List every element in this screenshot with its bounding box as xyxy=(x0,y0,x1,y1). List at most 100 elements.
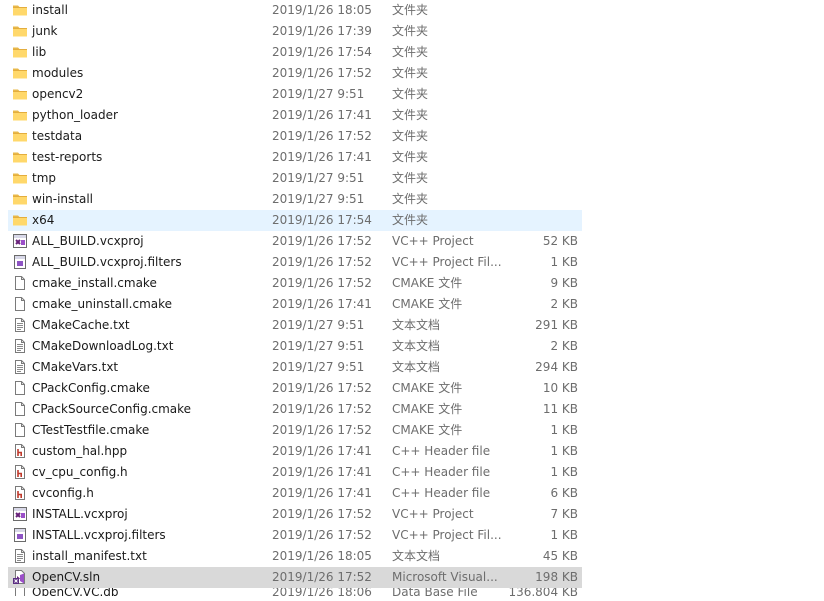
file-row-opencv2[interactable]: opencv2 2019/1/27 9:51 文件夹 xyxy=(8,84,582,105)
file-date-modified: 2019/1/27 9:51 xyxy=(272,192,365,206)
text-file-icon xyxy=(12,548,28,564)
file-row-python-loader[interactable]: python_loader 2019/1/26 17:41 文件夹 xyxy=(8,105,582,126)
file-name: ALL_BUILD.vcxproj.filters xyxy=(32,255,182,269)
file-size: 136,804 KB xyxy=(508,588,578,596)
file-date-modified: 2019/1/26 17:52 xyxy=(272,276,372,290)
file-row-cvconfig-h[interactable]: cvconfig.h 2019/1/26 17:41 C++ Header file… xyxy=(8,483,582,504)
file-name: cv_cpu_config.h xyxy=(32,465,128,479)
file-name: cmake_install.cmake xyxy=(32,276,157,290)
file-row-cmake-uninstall-cmake[interactable]: cmake_uninstall.cmake 2019/1/26 17:41 CMAK… xyxy=(8,294,582,315)
file-size: 7 KB xyxy=(550,507,578,521)
file-name: OpenCV.VC.db xyxy=(32,588,119,596)
file-row-all-build-vcxproj-filters[interactable]: ALL_BUILD.vcxproj.filters 2019/1/26 17:52… xyxy=(8,252,582,273)
blank-file-icon xyxy=(12,401,28,417)
blank-file-icon xyxy=(12,380,28,396)
text-file-icon xyxy=(12,359,28,375)
file-row-cmakevars-txt[interactable]: CMakeVars.txt 2019/1/27 9:51 文本文档 294 KB xyxy=(8,357,582,378)
filters-icon xyxy=(12,254,28,270)
file-name: CPackConfig.cmake xyxy=(32,381,150,395)
file-row-install-manifest-txt[interactable]: install_manifest.txt 2019/1/26 18:05 文本文档 4… xyxy=(8,546,582,567)
file-date-modified: 2019/1/26 17:39 xyxy=(272,24,372,38)
file-date-modified: 2019/1/27 9:51 xyxy=(272,360,365,374)
file-row-test-reports[interactable]: test-reports 2019/1/26 17:41 文件夹 xyxy=(8,147,582,168)
file-name: cmake_uninstall.cmake xyxy=(32,297,173,311)
sln-icon xyxy=(12,569,28,585)
file-type: 文件夹 xyxy=(392,108,429,122)
folder-icon xyxy=(12,86,28,102)
file-type: 文件夹 xyxy=(392,129,429,143)
file-size: 1 KB xyxy=(550,444,578,458)
vcxproj-icon xyxy=(12,233,28,249)
file-row-tmp[interactable]: tmp 2019/1/27 9:51 文件夹 xyxy=(8,168,582,189)
file-row-cmakecache-txt[interactable]: CMakeCache.txt 2019/1/27 9:51 文本文档 291 KB xyxy=(8,315,582,336)
file-type: CMAKE 文件 xyxy=(392,423,463,437)
vcxproj-icon xyxy=(12,506,28,522)
file-name: install_manifest.txt xyxy=(32,549,147,563)
file-date-modified: 2019/1/26 18:05 xyxy=(272,549,372,563)
file-date-modified: 2019/1/26 17:41 xyxy=(272,150,372,164)
folder-icon xyxy=(12,65,28,81)
file-size: 9 KB xyxy=(550,276,578,290)
file-type: 文件夹 xyxy=(392,45,429,59)
file-date-modified: 2019/1/27 9:51 xyxy=(272,87,365,101)
file-row-install-vcxproj[interactable]: INSTALL.vcxproj 2019/1/26 17:52 VC++ Proje… xyxy=(8,504,582,525)
file-row-cpackconfig-cmake[interactable]: CPackConfig.cmake 2019/1/26 17:52 CMAKE 文件… xyxy=(8,378,582,399)
file-date-modified: 2019/1/26 17:52 xyxy=(272,381,372,395)
file-row-cv-cpu-config-h[interactable]: cv_cpu_config.h 2019/1/26 17:41 C++ Header… xyxy=(8,462,582,483)
file-row-cmakedownloadlog-txt[interactable]: CMakeDownloadLog.txt 2019/1/27 9:51 文本文档 2 … xyxy=(8,336,582,357)
file-row-install-vcxproj-filters[interactable]: INSTALL.vcxproj.filters 2019/1/26 17:52 VC… xyxy=(8,525,582,546)
folder-icon xyxy=(12,23,28,39)
file-date-modified: 2019/1/26 17:52 xyxy=(272,507,372,521)
file-date-modified: 2019/1/26 17:52 xyxy=(272,528,372,542)
file-row-opencv-sln[interactable]: OpenCV.sln 2019/1/26 17:52 Microsoft Visua… xyxy=(8,567,582,588)
file-list: install 2019/1/26 18:05 文件夹 junk 2019/1/26 1… xyxy=(8,0,582,596)
folder-icon xyxy=(12,149,28,165)
file-type: 文本文档 xyxy=(392,339,441,353)
file-name: install xyxy=(32,3,68,17)
file-date-modified: 2019/1/26 17:41 xyxy=(272,486,372,500)
file-name: OpenCV.sln xyxy=(32,570,101,584)
file-date-modified: 2019/1/26 17:52 xyxy=(272,255,372,269)
blank-file-icon xyxy=(12,422,28,438)
file-type: Data Base File xyxy=(392,588,478,596)
file-row-cpacksourceconfig-cmake[interactable]: CPackSourceConfig.cmake 2019/1/26 17:52 CM… xyxy=(8,399,582,420)
file-name: ALL_BUILD.vcxproj xyxy=(32,234,144,248)
file-name: CTestTestfile.cmake xyxy=(32,423,150,437)
header-file-icon xyxy=(12,464,28,480)
file-type: C++ Header file xyxy=(392,465,491,479)
file-row-ctesttestfile-cmake[interactable]: CTestTestfile.cmake 2019/1/26 17:52 CMAKE … xyxy=(8,420,582,441)
filters-icon xyxy=(12,527,28,543)
file-name: junk xyxy=(32,24,58,38)
file-type: 文件夹 xyxy=(392,66,429,80)
file-name: python_loader xyxy=(32,108,118,122)
file-type: C++ Header file xyxy=(392,444,491,458)
file-row-install[interactable]: install 2019/1/26 18:05 文件夹 xyxy=(8,0,582,21)
file-size: 1 KB xyxy=(550,465,578,479)
file-size: 52 KB xyxy=(542,234,578,248)
file-type: 文件夹 xyxy=(392,213,429,227)
file-date-modified: 2019/1/26 17:41 xyxy=(272,465,372,479)
file-name: INSTALL.vcxproj.filters xyxy=(32,528,166,542)
file-row-cmake-install-cmake[interactable]: cmake_install.cmake 2019/1/26 17:52 CMAKE … xyxy=(8,273,582,294)
file-size: 291 KB xyxy=(535,318,578,332)
file-type: VC++ Project Fil... xyxy=(392,528,502,542)
file-row-all-build-vcxproj[interactable]: ALL_BUILD.vcxproj 2019/1/26 17:52 VC++ Pro… xyxy=(8,231,582,252)
text-file-icon xyxy=(12,338,28,354)
file-size: 198 KB xyxy=(535,570,578,584)
file-type: C++ Header file xyxy=(392,486,491,500)
file-row-custom-hal-hpp[interactable]: custom_hal.hpp 2019/1/26 17:41 C++ Header … xyxy=(8,441,582,462)
folder-icon xyxy=(12,2,28,18)
file-row-x64[interactable]: x64 2019/1/26 17:54 文件夹 xyxy=(8,210,582,231)
file-row-testdata[interactable]: testdata 2019/1/26 17:52 文件夹 xyxy=(8,126,582,147)
file-row-lib[interactable]: lib 2019/1/26 17:54 文件夹 xyxy=(8,42,582,63)
file-row-modules[interactable]: modules 2019/1/26 17:52 文件夹 xyxy=(8,63,582,84)
file-type: CMAKE 文件 xyxy=(392,276,463,290)
file-size: 1 KB xyxy=(550,528,578,542)
file-date-modified: 2019/1/26 17:52 xyxy=(272,570,372,584)
file-name: INSTALL.vcxproj xyxy=(32,507,128,521)
file-date-modified: 2019/1/26 17:41 xyxy=(272,444,372,458)
file-row-win-install[interactable]: win-install 2019/1/27 9:51 文件夹 xyxy=(8,189,582,210)
file-row-opencv-vc-db[interactable]: OpenCV.VC.db 2019/1/26 18:06 Data Base Fil… xyxy=(8,588,582,596)
file-row-junk[interactable]: junk 2019/1/26 17:39 文件夹 xyxy=(8,21,582,42)
file-size: 6 KB xyxy=(550,486,578,500)
